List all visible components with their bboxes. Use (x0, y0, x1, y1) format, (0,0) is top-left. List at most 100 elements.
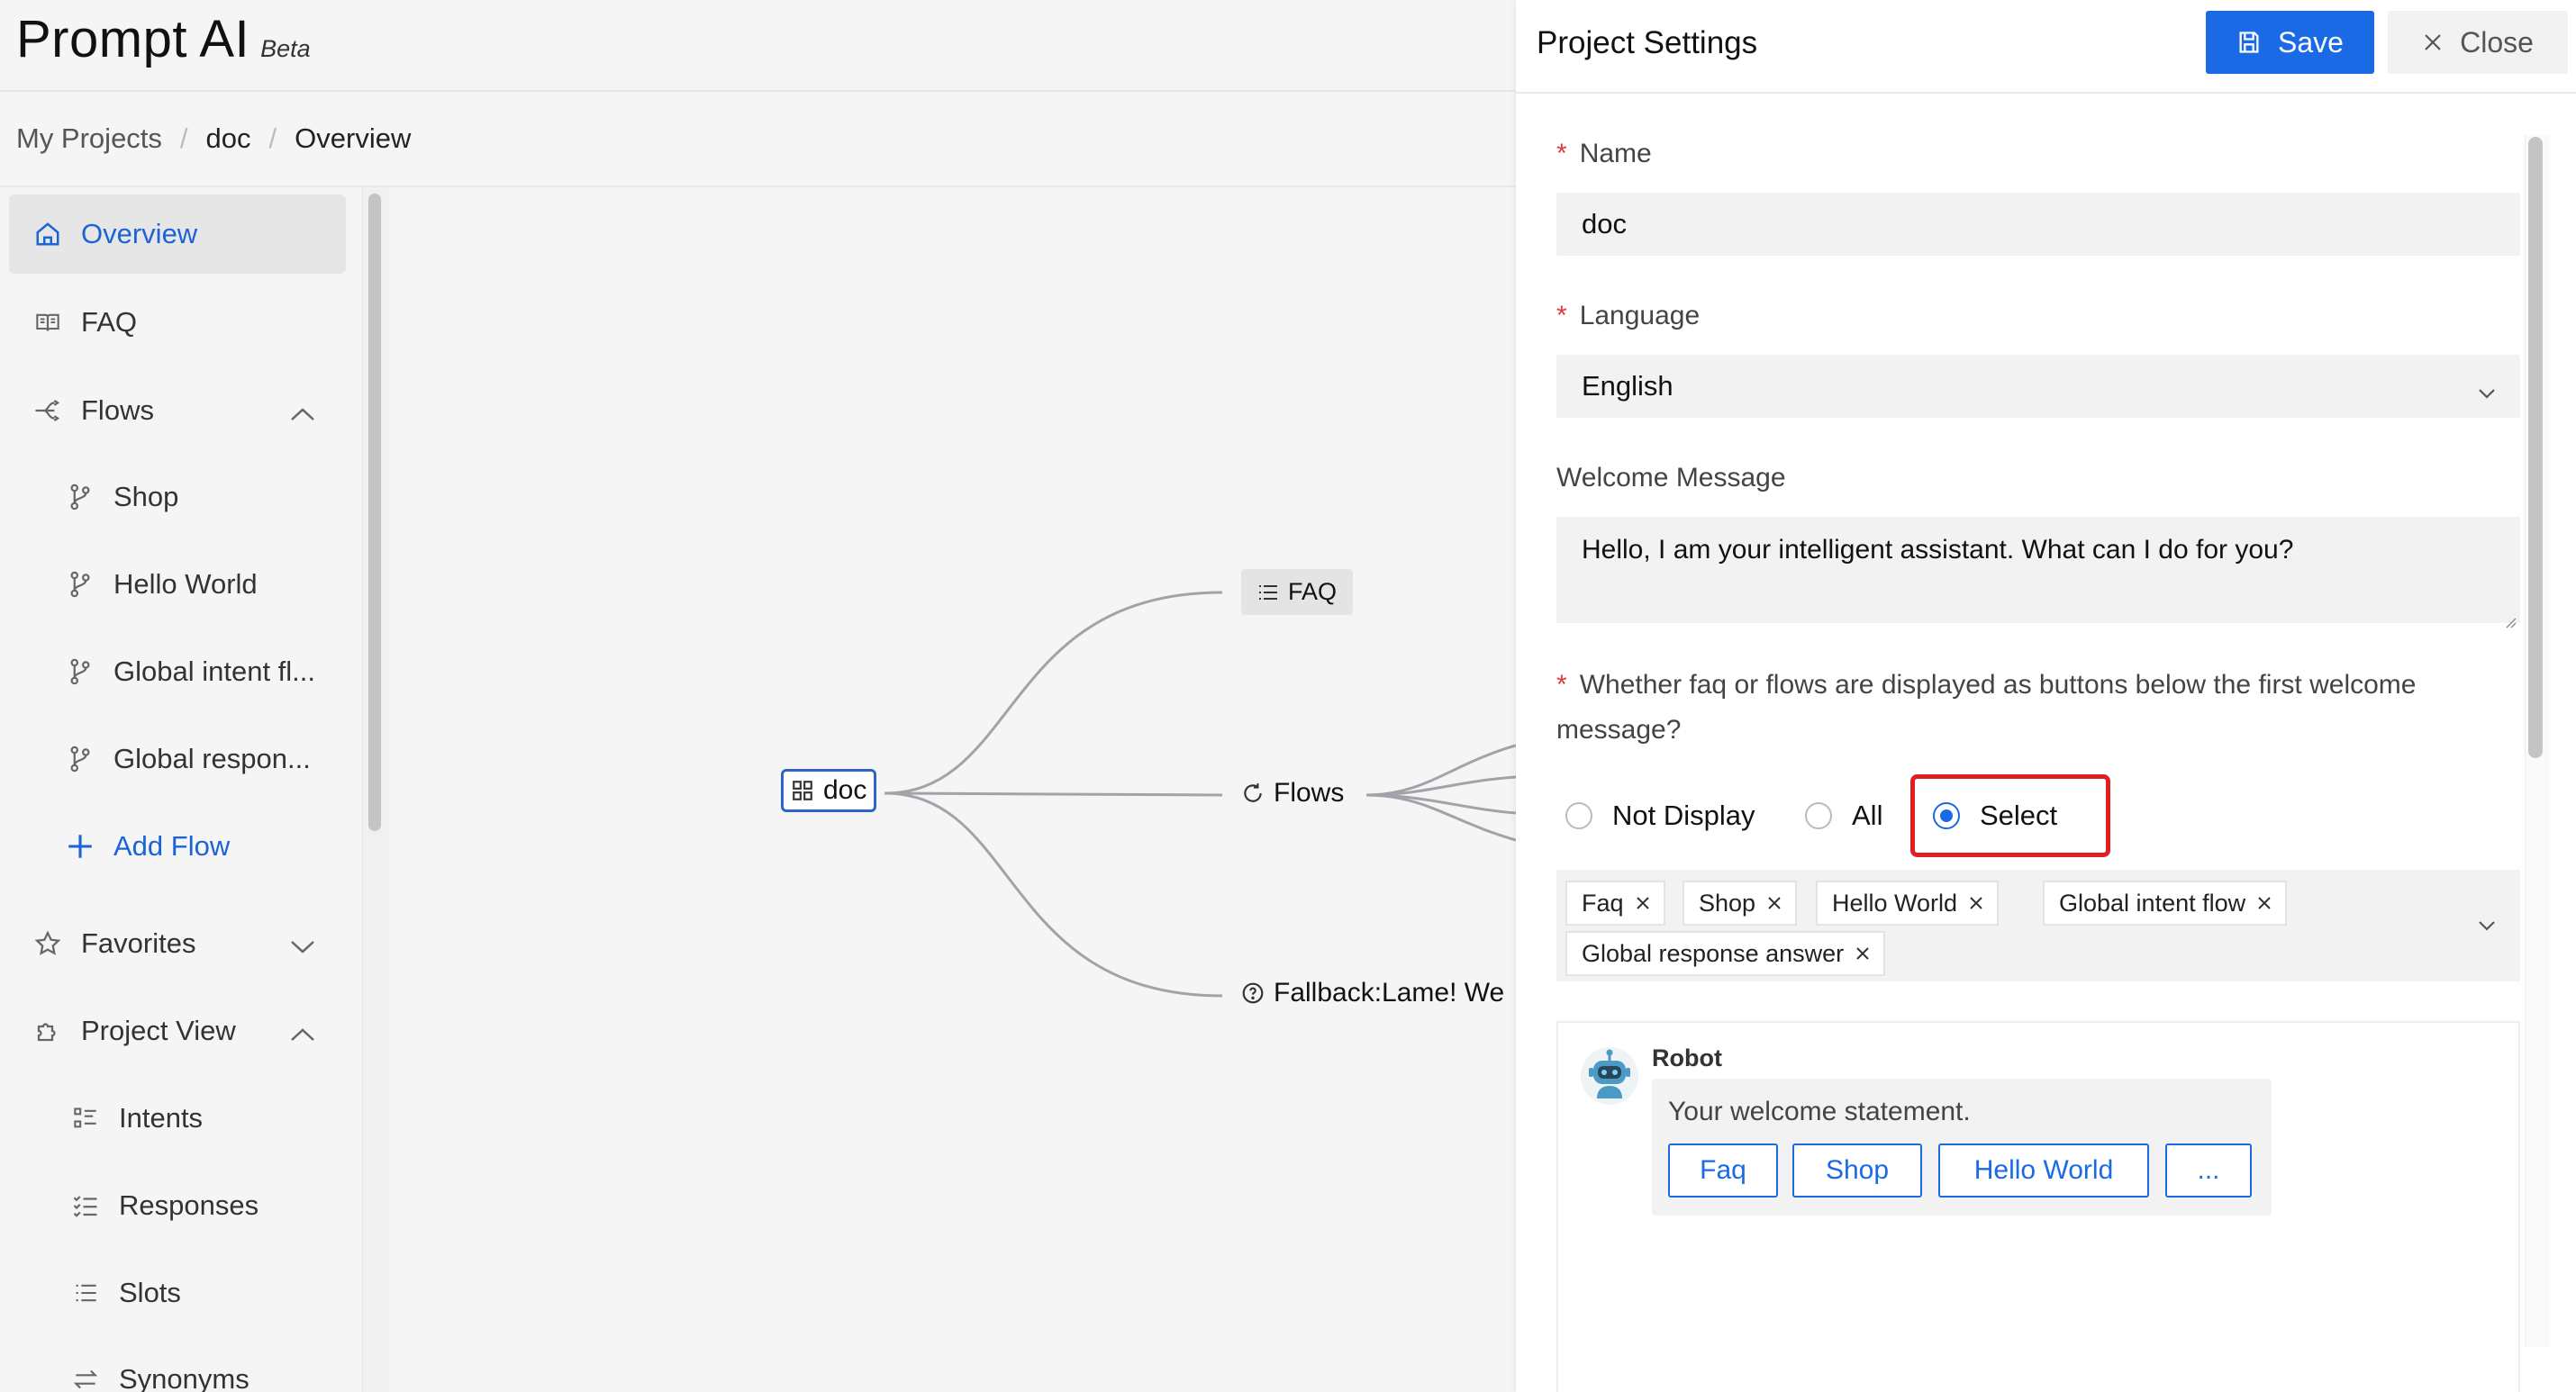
sidebar-scrollbar-thumb[interactable] (368, 194, 381, 831)
tag-label: Global intent flow (2059, 889, 2246, 917)
chevron-up-icon[interactable] (286, 400, 319, 421)
welcome-message-textarea[interactable]: Hello, I am your intelligent assistant. … (1556, 517, 2520, 628)
mindmap-fallback-node[interactable]: Fallback:Lame! We (1241, 978, 1504, 1008)
radio-circle (1805, 802, 1832, 829)
add-flow-button[interactable]: Add Flow (65, 819, 230, 873)
close-icon[interactable] (1766, 895, 1782, 911)
tag-global-intent-flow: Global intent flow (2043, 881, 2288, 926)
radio-circle (1565, 802, 1592, 829)
close-icon (2422, 32, 2444, 53)
quick-reply-shop[interactable]: Shop (1792, 1143, 1922, 1198)
radio-circle (1933, 802, 1960, 829)
drawer-scrollbar-thumb[interactable] (2528, 137, 2543, 758)
resize-handle-icon[interactable] (2502, 605, 2517, 628)
quick-reply-hello-world[interactable]: Hello World (1938, 1143, 2149, 1198)
branch-icon (65, 656, 95, 687)
top-bar: Prompt AI Beta (0, 0, 1516, 92)
breadcrumb-overview: Overview (295, 122, 412, 154)
sidebar-item-label: Responses (119, 1189, 259, 1221)
sidebar-item-intents[interactable]: Intents (70, 1091, 203, 1145)
radio-label: Select (1980, 800, 2058, 831)
mindmap-faq-label: FAQ (1288, 578, 1338, 605)
sidebar-item-flows[interactable]: Flows (9, 371, 346, 450)
breadcrumb: My Projects / doc / Overview (16, 122, 411, 155)
welcome-statement: Your welcome statement. (1668, 1097, 1971, 1126)
language-select[interactable]: English (1556, 355, 2520, 418)
required-marker: * (1556, 670, 1567, 700)
breadcrumb-my-projects[interactable]: My Projects (16, 122, 162, 155)
tag-global-response-answer: Global response answer (1565, 931, 1886, 976)
mindmap-flows-node[interactable]: Flows (1241, 778, 1344, 809)
mindmap-canvas[interactable]: doc FAQ Flows Fallback:Lame! We (389, 187, 1516, 1392)
sidebar-item-label: Project View (81, 1015, 236, 1046)
chevron-down-icon[interactable] (2475, 917, 2499, 939)
mindmap-faq-node[interactable]: FAQ (1241, 569, 1354, 615)
refresh-icon (1241, 782, 1265, 805)
sidebar-item-synonyms[interactable]: Synonyms (70, 1352, 249, 1392)
breadcrumb-doc[interactable]: doc (206, 122, 251, 155)
language-label: * Language (1556, 301, 1701, 330)
flow-icon (32, 395, 63, 426)
mindmap-flows-label: Flows (1274, 778, 1345, 808)
robot-icon (1581, 1047, 1638, 1105)
drawer-title: Project Settings (1537, 25, 1758, 60)
chevron-up-icon[interactable] (286, 1020, 319, 1042)
grid-icon (791, 779, 814, 802)
list-icon (1257, 583, 1279, 602)
welcome-message-label: Welcome Message (1556, 463, 1786, 493)
sidebar: Overview FAQ Flows Shop Hello World Glob… (0, 187, 362, 1392)
mindmap-root-label: doc (823, 775, 867, 805)
save-button[interactable]: Save (2206, 11, 2374, 74)
tag-label: Shop (1699, 889, 1756, 917)
flows-multiselect[interactable]: Faq Shop Hello World Global intent flow … (1556, 870, 2520, 981)
sidebar-item-project-view[interactable]: Project View (9, 991, 346, 1071)
close-icon[interactable] (2256, 895, 2272, 911)
puzzle-icon (32, 1016, 63, 1046)
settings-form: * Name doc * Language English Welcome Mess… (1556, 94, 2529, 1392)
language-value: English (1582, 370, 1673, 402)
sidebar-item-global-response[interactable]: Global respon... (65, 732, 311, 786)
welcome-bubble: Your welcome statement. Faq Shop Hello W… (1652, 1079, 2272, 1216)
lines-icon (70, 1278, 101, 1308)
close-icon[interactable] (1855, 945, 1871, 962)
book-icon (32, 307, 63, 338)
tag-label: Global response answer (1582, 939, 1845, 967)
sidebar-item-favorites[interactable]: Favorites (9, 904, 346, 983)
sidebar-item-global-intent-flow[interactable]: Global intent fl... (65, 645, 315, 699)
tag-hello-world: Hello World (1816, 881, 2000, 926)
sidebar-item-label: Shop (113, 481, 179, 512)
sidebar-item-slots[interactable]: Slots (70, 1266, 181, 1320)
breadcrumb-separator: / (179, 122, 188, 154)
chevron-down-icon[interactable] (286, 933, 319, 954)
sidebar-item-label: Overview (81, 218, 198, 249)
sidebar-item-faq[interactable]: FAQ (9, 283, 346, 362)
sidebar-item-label: Global respon... (113, 743, 311, 774)
radio-not-display[interactable]: Not Display (1565, 774, 1755, 857)
plus-icon (65, 831, 95, 862)
sidebar-item-hello-world[interactable]: Hello World (65, 557, 258, 611)
radio-all[interactable]: All (1805, 774, 1882, 857)
quick-reply-more[interactable]: ... (2165, 1143, 2252, 1198)
display-mode-radio-group: Not Display All Select (1556, 774, 2520, 857)
name-label: * Name (1556, 139, 1652, 168)
tag-label: Faq (1582, 889, 1624, 917)
close-button[interactable]: Close (2388, 11, 2568, 74)
sidebar-item-label: Hello World (113, 568, 258, 600)
close-icon[interactable] (1635, 895, 1651, 911)
radio-label: All (1852, 800, 1883, 831)
tag-label: Hello World (1832, 889, 1958, 917)
sidebar-item-shop[interactable]: Shop (65, 470, 178, 524)
tag-shop: Shop (1683, 881, 1798, 926)
welcome-preview: Robot Your welcome statement. Faq Shop H… (1556, 1021, 2520, 1392)
required-marker: * (1556, 301, 1567, 330)
sidebar-item-responses[interactable]: Responses (70, 1179, 259, 1233)
quick-reply-faq[interactable]: Faq (1668, 1143, 1778, 1198)
radio-label: Not Display (1612, 800, 1755, 831)
close-icon[interactable] (1968, 895, 1984, 911)
name-input[interactable]: doc (1556, 193, 2520, 256)
question-circle-icon (1241, 981, 1265, 1005)
mindmap-root-node[interactable]: doc (781, 769, 877, 812)
radio-select[interactable]: Select (1933, 774, 2057, 857)
app-logo: Prompt AI Beta (16, 9, 311, 69)
sidebar-item-overview[interactable]: Overview (9, 194, 346, 274)
